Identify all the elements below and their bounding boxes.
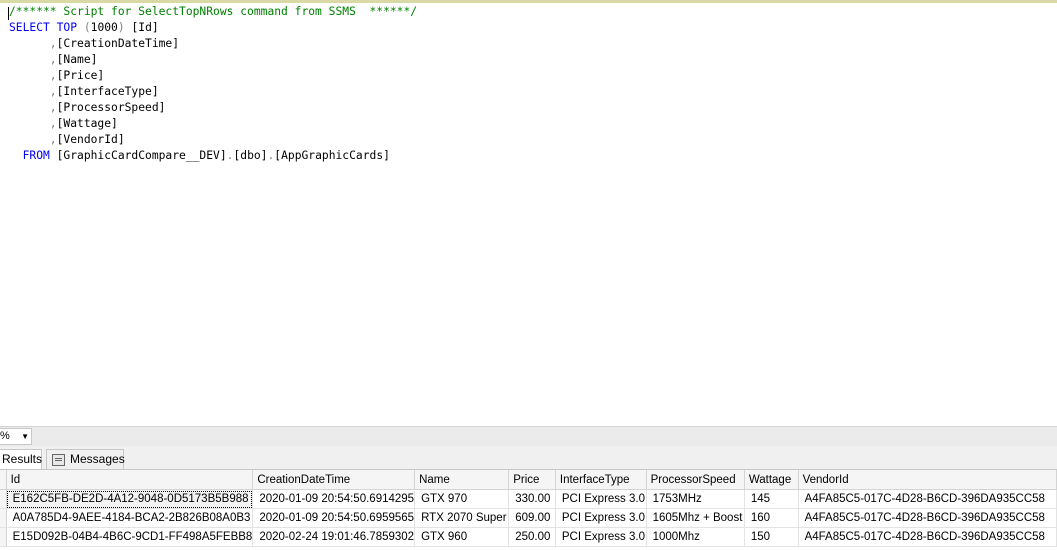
column-header[interactable]: ProcessorSpeed	[646, 470, 745, 490]
column-header[interactable]: InterfaceType	[555, 470, 647, 490]
code-token: [AppGraphicCards]	[274, 149, 390, 162]
code-token: [GraphicCardCompare__DEV]	[56, 149, 227, 162]
chevron-down-icon[interactable]: ▼	[21, 429, 29, 444]
code-token: [Price]	[56, 69, 105, 82]
zoom-dropdown[interactable]: % ▼	[0, 428, 32, 445]
code-token: )	[117, 21, 125, 34]
code-line[interactable]: FROM [GraphicCardCompare__DEV].[dbo].[Ap…	[9, 148, 417, 164]
tab-messages-label: Messages	[70, 452, 125, 466]
query-editor[interactable]: /****** Script for SelectTopNRows comman…	[0, 3, 1057, 426]
table-row[interactable]: E162C5FB-DE2D-4A12-9048-0D5173B5B988 2020…	[0, 489, 1057, 509]
zoom-bar: % ▼	[0, 426, 1057, 446]
code-token: FROM	[9, 149, 57, 162]
code-token: SELECT TOP	[9, 21, 84, 34]
table-cell[interactable]: A4FA85C5-017C-4D28-B6CD-396DA935CC58	[798, 489, 1057, 509]
tab-results-label: Results	[2, 452, 43, 466]
table-cell[interactable]: 160	[744, 508, 799, 528]
table-cell[interactable]: RTX 2070 Super	[414, 508, 510, 528]
code-line[interactable]: ,[VendorId]	[9, 132, 417, 148]
table-cell[interactable]: 2020-02-24 19:01:46.7859302	[252, 527, 416, 547]
column-header[interactable]: Id	[6, 470, 254, 490]
table-cell[interactable]: 609.00	[508, 508, 556, 528]
code-line[interactable]: ,[Wattage]	[9, 116, 417, 132]
code-line[interactable]: ,[InterfaceType]	[9, 84, 417, 100]
table-cell[interactable]: PCI Express 3.0	[555, 489, 647, 509]
table-cell[interactable]: 1753MHz	[646, 489, 745, 509]
column-header[interactable]: VendorId	[798, 470, 1057, 490]
code-token: [dbo]	[233, 149, 268, 162]
code-token: [ProcessorSpeed]	[56, 101, 166, 114]
code-token: /****** Script for SelectTopNRows comman…	[9, 5, 418, 18]
table-cell[interactable]: 1000Mhz	[646, 527, 745, 547]
table-cell[interactable]: PCI Express 3.0	[555, 527, 647, 547]
results-tab-strip: Results Messages	[0, 446, 1057, 470]
results-grid[interactable]: Id CreationDateTime Name Price InterfaceType…	[0, 470, 1057, 550]
code-token: ,	[9, 37, 57, 50]
code-line[interactable]: ,[CreationDateTime]	[9, 36, 417, 52]
tab-messages[interactable]: Messages	[46, 449, 125, 469]
results-table: Id CreationDateTime Name Price InterfaceType…	[0, 470, 1057, 547]
code-token: ,	[9, 101, 57, 114]
code-token: [Name]	[56, 53, 98, 66]
column-header[interactable]: Name	[414, 470, 510, 490]
code-line[interactable]: /****** Script for SelectTopNRows comman…	[9, 4, 417, 20]
column-header[interactable]: CreationDateTime	[252, 470, 416, 490]
code-token: [CreationDateTime]	[56, 37, 180, 50]
text-caret	[8, 7, 9, 20]
table-cell[interactable]: PCI Express 3.0	[555, 508, 647, 528]
code-token: [Wattage]	[56, 117, 118, 130]
table-cell[interactable]: GTX 960	[414, 527, 510, 547]
table-cell[interactable]: 150	[744, 527, 799, 547]
code-token: (	[83, 21, 91, 34]
code-token: 1000	[90, 21, 118, 34]
code-line[interactable]: SELECT TOP (1000) [Id]	[9, 20, 417, 36]
code-token: ,	[9, 133, 57, 146]
table-cell[interactable]: 330.00	[508, 489, 556, 509]
table-cell[interactable]: A0A785D4-9AEE-4184-BCA2-2B826B08A0B3	[6, 508, 254, 528]
code-token: ,	[9, 53, 57, 66]
code-token: [InterfaceType]	[56, 85, 159, 98]
table-cell[interactable]: 250.00	[508, 527, 556, 547]
table-cell[interactable]: 2020-01-09 20:54:50.6914295	[252, 489, 416, 509]
code-token: [VendorId]	[56, 133, 125, 146]
grid-header-row: Id CreationDateTime Name Price InterfaceType…	[0, 470, 1057, 490]
code-token: ,	[9, 85, 57, 98]
table-cell[interactable]: 1605Mhz + Boost	[646, 508, 745, 528]
table-cell[interactable]: 2020-01-09 20:54:50.6959565	[252, 508, 416, 528]
code-line[interactable]: ,[Name]	[9, 52, 417, 68]
zoom-value: %	[0, 430, 10, 442]
table-row[interactable]: A0A785D4-9AEE-4184-BCA2-2B826B08A0B3 2020…	[0, 508, 1057, 528]
column-header[interactable]: Wattage	[744, 470, 799, 490]
table-cell[interactable]: 145	[744, 489, 799, 509]
code-line[interactable]: ,[Price]	[9, 68, 417, 84]
code-line[interactable]: ,[ProcessorSpeed]	[9, 100, 417, 116]
table-cell[interactable]: E15D092B-04B4-4B6C-9CD1-FF498A5FEBB8	[6, 527, 254, 547]
sql-code[interactable]: /****** Script for SelectTopNRows comman…	[9, 4, 417, 164]
column-header[interactable]: Price	[508, 470, 556, 490]
code-token: ,	[9, 117, 57, 130]
table-cell[interactable]: A4FA85C5-017C-4D28-B6CD-396DA935CC58	[798, 508, 1057, 528]
tab-results[interactable]: Results	[0, 449, 42, 469]
table-row[interactable]: E15D092B-04B4-4B6C-9CD1-FF498A5FEBB8 2020…	[0, 527, 1057, 547]
table-cell[interactable]: E162C5FB-DE2D-4A12-9048-0D5173B5B988	[6, 489, 254, 509]
code-token: [Id]	[124, 21, 159, 34]
messages-icon	[52, 454, 65, 466]
table-cell[interactable]: A4FA85C5-017C-4D28-B6CD-396DA935CC58	[798, 527, 1057, 547]
code-token: ,	[9, 69, 57, 82]
table-cell[interactable]: GTX 970	[414, 489, 510, 509]
